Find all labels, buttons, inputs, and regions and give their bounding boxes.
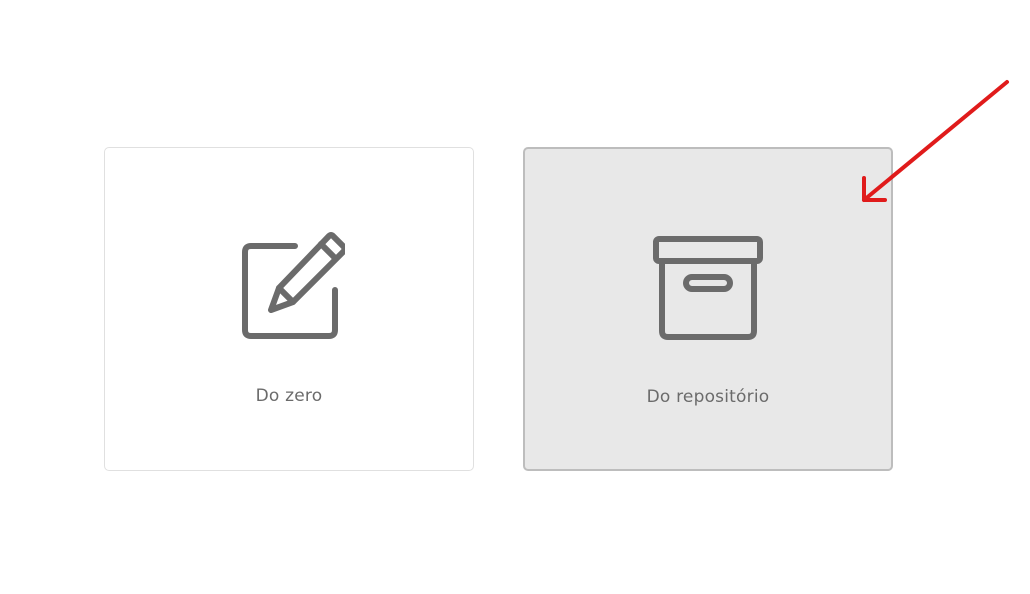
archive-box-icon xyxy=(653,236,763,340)
option-selection-screen: Do zero Do repositório xyxy=(0,0,1030,594)
option-label-from-scratch: Do zero xyxy=(255,386,323,406)
option-card-from-scratch[interactable]: Do zero xyxy=(104,147,474,471)
red-arrow-annotation-icon xyxy=(862,80,1009,202)
option-label-from-repository: Do repositório xyxy=(646,387,770,407)
edit-pencil-square-icon xyxy=(242,232,345,339)
option-card-from-repository[interactable]: Do repositório xyxy=(523,147,893,471)
